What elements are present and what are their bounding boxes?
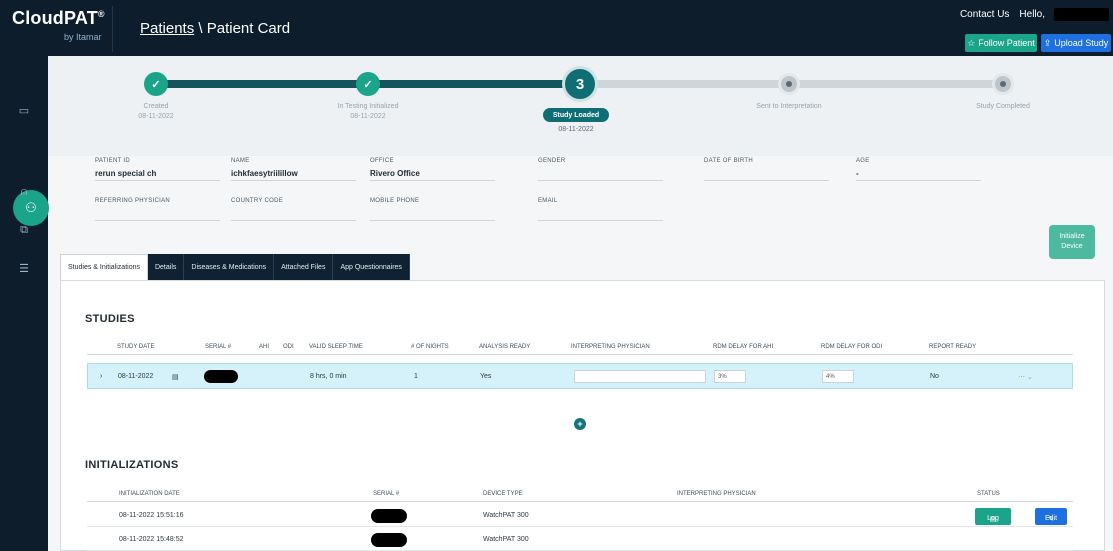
- breadcrumb: Patients \ Patient Card: [140, 20, 290, 37]
- col-study-date[interactable]: Study Date: [117, 344, 154, 350]
- top-header: CloudPAT® by Itamar Patients \ Patient C…: [0, 0, 1113, 56]
- studies-title: STUDIES: [85, 313, 135, 325]
- col-rdm-odi[interactable]: RDM Delay for ODI: [821, 344, 882, 350]
- step-3-date: 08-11-2022: [558, 126, 594, 133]
- left-sidebar: ▭ ⚇ ⍝ ⧉ ☰: [0, 56, 49, 551]
- study-date: 08-11-2022: [118, 373, 154, 380]
- patient-info: Patient ID rerun special ch Name ichkfae…: [48, 156, 1113, 252]
- rdm-ahi-select[interactable]: 3%: [714, 370, 746, 383]
- interpreting-physician-select[interactable]: [574, 370, 706, 383]
- mobile-phone-field: Mobile Phone: [370, 198, 495, 221]
- breadcrumb-separator: \: [194, 20, 207, 37]
- redacted-user-name[interactable]: [1054, 8, 1109, 21]
- logo-subtitle: by Itamar: [64, 32, 102, 42]
- step-2-label: In Testing Initialized 08-11-2022: [337, 103, 399, 120]
- upload-icon: ⇪: [1043, 37, 1052, 48]
- initialization-row[interactable]: 08-11-2022 15:48:52 WatchPAT 300: [87, 529, 1073, 551]
- name-field: Name ichkfaesytriilillow: [231, 158, 356, 181]
- office-field: Office Rivero Office: [370, 158, 495, 181]
- col-report-ready[interactable]: Report Ready: [929, 344, 976, 350]
- initialization-date: 08-11-2022 15:51:16: [119, 512, 184, 519]
- reports-icon[interactable]: ⧉: [14, 220, 34, 240]
- initialization-row[interactable]: 08-11-2022 15:51:16 WatchPAT 300 ▤ Log ✎ E…: [87, 505, 1073, 527]
- studies-panel: STUDIES Study Date Serial # AHI ODI Vali…: [60, 280, 1105, 551]
- step-5-label: Study Completed: [976, 103, 1030, 110]
- row-actions-icon[interactable]: ⋯ ⌄: [1018, 373, 1033, 381]
- initialization-date: 08-11-2022 15:48:52: [119, 536, 184, 543]
- col-rdm-ahi[interactable]: RDM Delay for AHI: [713, 344, 773, 350]
- add-study-button[interactable]: +: [574, 418, 586, 430]
- col-analysis-ready[interactable]: Analysis Ready: [479, 344, 530, 350]
- tab-app-questionnaires[interactable]: App Questionnaires: [333, 254, 410, 280]
- device-type: WatchPAT 300: [483, 512, 529, 519]
- studies-table-header: Study Date Serial # AHI ODI Valid Sleep …: [87, 341, 1073, 355]
- col-valid-sleep-time[interactable]: Valid Sleep Time: [309, 344, 363, 350]
- expand-chevron-icon[interactable]: ›: [100, 373, 102, 380]
- initializations-title: INITIALIZATIONS: [85, 459, 179, 471]
- step-3-current: 3: [562, 66, 598, 102]
- col-interpreting-physician[interactable]: Interpreting Physician: [571, 344, 650, 350]
- dashboard-icon[interactable]: ▭: [14, 100, 34, 120]
- logo-text: CloudPAT: [12, 8, 98, 28]
- col-ahi[interactable]: AHI: [259, 344, 269, 350]
- col-status[interactable]: Status: [977, 491, 1000, 497]
- logo-mark: ®: [97, 9, 105, 19]
- tab-details[interactable]: Details: [147, 254, 185, 280]
- email-field: Email: [538, 198, 663, 221]
- step-4-label: Sent to Interpretation: [756, 103, 822, 110]
- tab-studies-initializations[interactable]: Studies & Initializations: [60, 254, 148, 280]
- devices-icon[interactable]: ⍝: [14, 182, 34, 202]
- patient-id-field: Patient ID rerun special ch: [95, 158, 220, 181]
- study-progress-stepper: ✓ ✓ 3 Created 08-11-2022 In Testing Initi…: [48, 56, 1113, 156]
- upload-study-button[interactable]: ⇪ Upload Study: [1041, 34, 1111, 52]
- hello-text: Hello,: [1019, 9, 1045, 20]
- redacted-serial: [204, 370, 238, 383]
- patient-tabs: Studies & Initializations Details Diseas…: [60, 254, 410, 280]
- col-nights[interactable]: # of Nights: [411, 344, 449, 350]
- follow-patient-button[interactable]: ☆ Follow Patient: [965, 34, 1037, 52]
- country-code-field: Country Code: [231, 198, 356, 221]
- report-ready: No: [930, 373, 939, 380]
- device-type: WatchPAT 300: [483, 536, 529, 543]
- step-3-label: Study Loaded: [543, 108, 609, 122]
- cloudpat-logo[interactable]: CloudPAT® by Itamar: [8, 6, 113, 52]
- gender-field: Gender: [538, 158, 663, 181]
- redacted-serial: [371, 509, 407, 523]
- top-links: Contact Us Hello,: [960, 9, 1045, 20]
- col-initialization-date[interactable]: Initialization Date: [119, 491, 180, 497]
- age-field: Age -: [856, 158, 981, 181]
- breadcrumb-patients-link[interactable]: Patients: [140, 20, 194, 37]
- col-odi[interactable]: ODI: [283, 344, 294, 350]
- study-file-icon[interactable]: ▤: [172, 373, 179, 381]
- initialize-device-button[interactable]: Initialize Device: [1049, 225, 1095, 259]
- tab-attached-files[interactable]: Attached Files: [274, 254, 334, 280]
- date-of-birth-field: Date of Birth: [704, 158, 829, 181]
- step-1-check-icon: ✓: [144, 72, 168, 96]
- breadcrumb-current: Patient Card: [206, 20, 291, 37]
- nights-count: 1: [414, 373, 418, 380]
- valid-sleep-time: 8 hrs, 0 min: [310, 373, 347, 380]
- rdm-odi-select[interactable]: 4%: [822, 370, 854, 383]
- step-1-label: Created 08-11-2022: [138, 103, 174, 120]
- edit-button[interactable]: ✎ Edit: [1035, 508, 1067, 525]
- col-serial[interactable]: Serial #: [205, 344, 231, 350]
- redacted-serial: [371, 533, 407, 547]
- step-5-pending-icon: [992, 73, 1014, 95]
- referring-physician-field: Referring Physician: [95, 198, 220, 221]
- analysis-ready: Yes: [480, 373, 492, 380]
- menu-icon[interactable]: ☰: [14, 258, 34, 278]
- initializations-table-header: Initialization Date Serial # Device Type…: [87, 488, 1073, 502]
- contact-us-link[interactable]: Contact Us: [960, 9, 1009, 20]
- step-4-pending-icon: [778, 73, 800, 95]
- col-init-serial[interactable]: Serial #: [373, 491, 399, 497]
- follow-icon: ☆: [967, 37, 976, 48]
- step-2-check-icon: ✓: [356, 72, 380, 96]
- col-init-interpreting-physician[interactable]: Interpreting Physician: [677, 491, 756, 497]
- log-button[interactable]: ▤ Log: [975, 508, 1011, 525]
- study-row[interactable]: › 08-11-2022 ▤ 8 hrs, 0 min 1 Yes 3% 4% …: [87, 363, 1073, 389]
- tab-diseases-medications[interactable]: Diseases & Medications: [184, 254, 275, 280]
- col-device-type[interactable]: Device Type: [483, 491, 523, 497]
